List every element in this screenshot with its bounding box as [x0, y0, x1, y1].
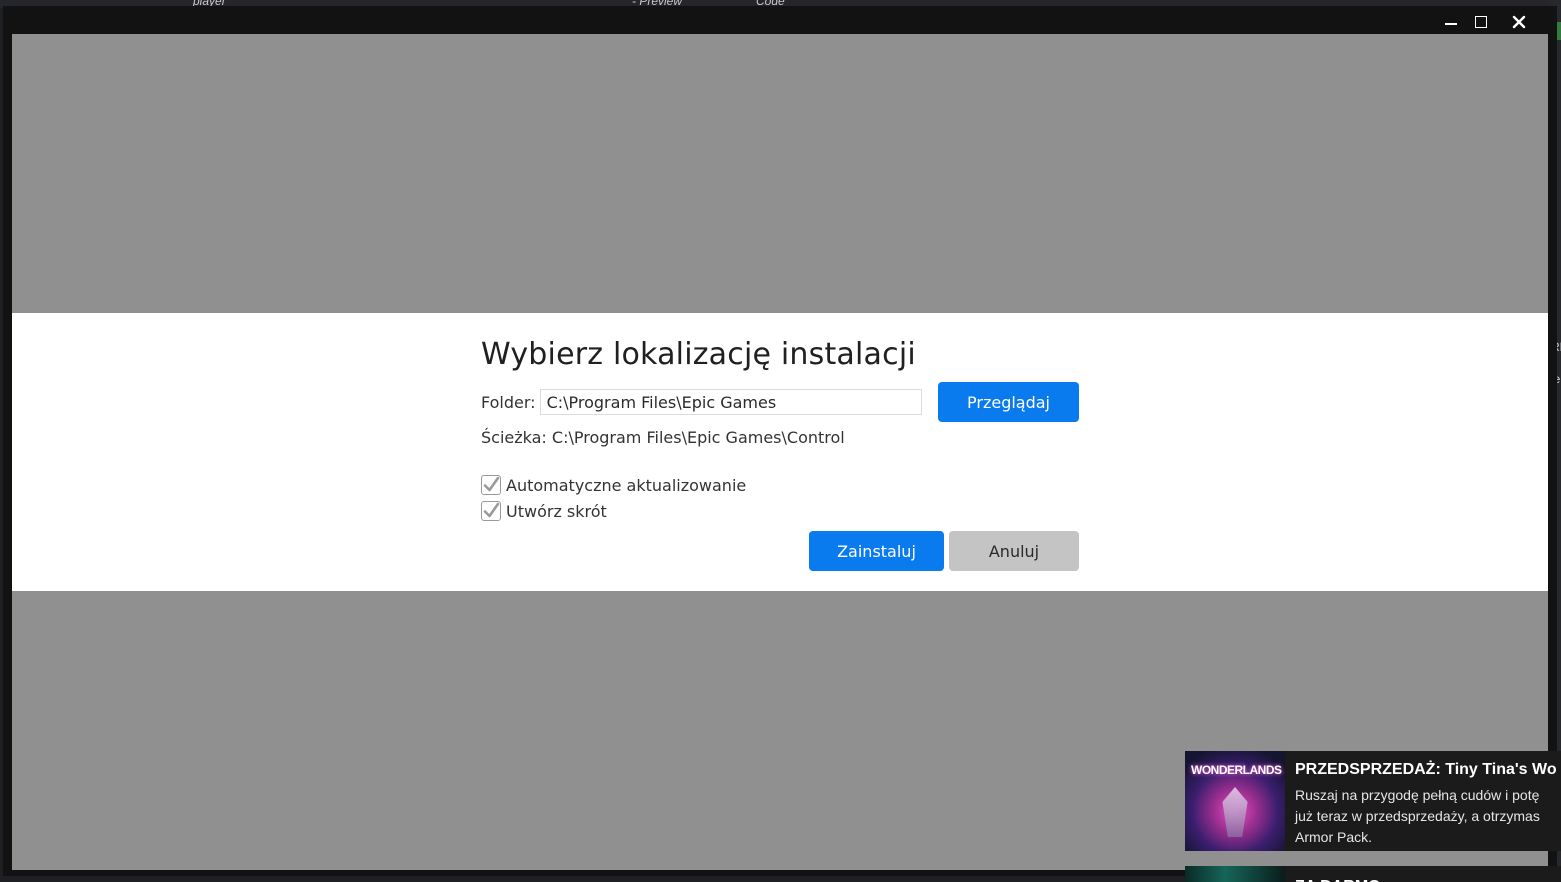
checkbox-box[interactable]	[481, 475, 501, 495]
maximize-icon	[1475, 16, 1487, 28]
folder-row: Folder:	[481, 387, 922, 417]
auto-update-label: Automatyczne aktualizowanie	[506, 475, 747, 495]
checkmark-icon	[483, 502, 500, 518]
install-location-dialog: Wybierz lokalizację instalacji Folder: P…	[12, 313, 1548, 591]
dialog-title: Wybierz lokalizację instalacji	[481, 337, 916, 372]
create-shortcut-label: Utwórz skrót	[506, 501, 607, 521]
install-button[interactable]: Zainstaluj	[809, 531, 944, 571]
launcher-window: Wybierz lokalizację instalacji Folder: P…	[3, 6, 1557, 876]
title-bar[interactable]	[3, 6, 1557, 34]
thumbnail-logo: WONDERLANDS	[1191, 763, 1282, 777]
dragon-artwork-icon	[1222, 787, 1248, 837]
game-thumbnail	[1185, 866, 1285, 882]
minimize-button[interactable]	[1437, 10, 1465, 34]
notification-toast[interactable]: WONDERLANDS PRZEDSPRZEDAŻ: Tiny Tina's W…	[1185, 751, 1561, 851]
notification-toast-2[interactable]: ZA DARMO: ...	[1185, 866, 1561, 882]
game-thumbnail: WONDERLANDS	[1185, 751, 1285, 851]
create-shortcut-checkbox[interactable]: Utwórz skrót	[481, 501, 607, 521]
install-path-text: Ścieżka: C:\Program Files\Epic Games\Con…	[481, 428, 845, 447]
auto-update-checkbox[interactable]: Automatyczne aktualizowanie	[481, 475, 746, 495]
close-icon	[1512, 15, 1526, 29]
checkmark-icon	[483, 476, 500, 492]
browse-button[interactable]: Przeglądaj	[938, 382, 1079, 422]
notification-title: ZA DARMO: ...	[1285, 866, 1404, 882]
notification-title: PRZEDSPRZEDAŻ: Tiny Tina's Wo	[1295, 761, 1557, 778]
maximize-button[interactable]	[1467, 10, 1495, 34]
notification-line: Ruszaj na przygodę pełną cudów i potę	[1295, 787, 1540, 803]
notification-body: PRZEDSPRZEDAŻ: Tiny Tina's Wo Ruszaj na …	[1285, 751, 1557, 851]
cancel-button[interactable]: Anuluj	[949, 531, 1079, 571]
minimize-icon	[1445, 23, 1457, 25]
folder-label: Folder:	[481, 392, 536, 412]
notification-line: już teraz w przedsprzedaży, a otrzymas	[1295, 808, 1540, 824]
modal-overlay: Wybierz lokalizację instalacji Folder: P…	[12, 34, 1548, 870]
close-button[interactable]	[1505, 10, 1533, 34]
checkbox-box[interactable]	[481, 501, 501, 521]
folder-input[interactable]	[539, 389, 922, 415]
notification-line: Armor Pack.	[1295, 829, 1373, 845]
